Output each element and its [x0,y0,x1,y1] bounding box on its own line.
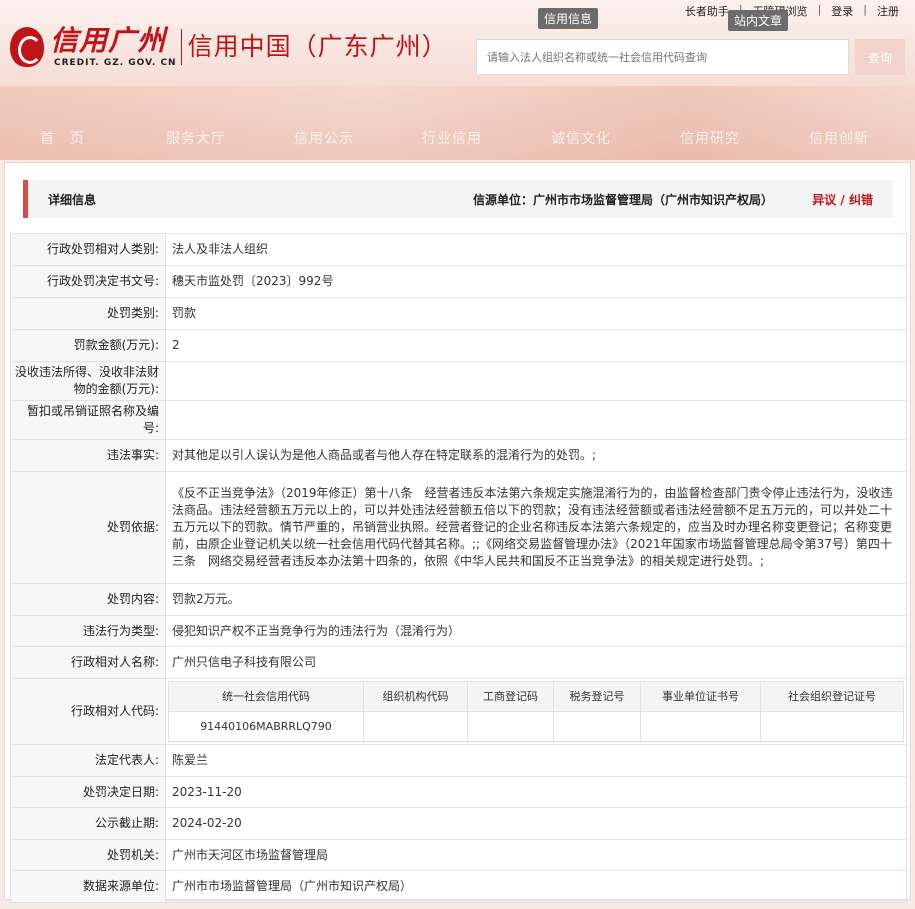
code-value [363,711,468,742]
table-row: 处罚机关: 广州市天河区市场监督管理局 [10,839,907,871]
code-header: 事业单位证书号 [640,681,761,712]
objection-link[interactable]: 异议 / 纠错 [812,191,873,208]
field-value: 统一社会信用代码 组织机构代码 工商登记码 税务登记号 事业单位证书号 社会组织… [165,678,907,745]
field-label: 行政处罚相对人类别: [10,233,166,266]
field-value: 广州只信电子科技有限公司 [165,646,907,679]
table-row: 处罚依据: 《反不正当竞争法》（2019年修正）第十八条 经营者违反本法第六条规… [10,471,907,584]
nav-credit-publicity[interactable]: 信用公示 [294,128,354,148]
code-value [467,711,554,742]
search-input[interactable] [476,39,849,75]
logo-divider [180,29,182,65]
field-value: 法人及非法人组织 [165,233,907,266]
table-row: 处罚决定日期: 2023-11-20 [10,776,907,808]
table-row: 违法行为类型: 侵犯知识产权不正当竞争行为的违法行为（混淆行为） [10,615,907,647]
field-label: 行政相对人代码: [10,678,166,745]
table-row: 处罚类别: 罚款 [10,297,907,330]
field-value: 穗天市监处罚〔2023〕992号 [165,265,907,298]
site-header: 信用广州 CREDIT. GZ. GOV. CN 信用中国（广东广州） 长者助手… [0,0,915,160]
code-value: 91440106MABRRLQ790 [168,711,364,742]
logo-text: 信用广州 [50,24,167,57]
field-value: 罚款2万元。 [165,583,907,616]
field-value: 2 [165,329,907,362]
main-nav: 首 页 服务大厅 信用公示 行业信用 诚信文化 信用研究 信用创新 [0,128,915,148]
field-value: 侵犯知识产权不正当竞争行为的违法行为（混淆行为） [165,615,907,647]
detail-table: 行政处罚相对人类别: 法人及非法人组织 行政处罚决定书文号: 穗天市监处罚〔20… [10,233,907,903]
nav-home[interactable]: 首 页 [40,128,85,148]
nav-credit-research[interactable]: 信用研究 [680,128,740,148]
table-row: 公示截止期: 2024-02-20 [10,807,907,840]
top-links: 长者助手 | 无障碍浏览 | 登录 | 注册 [677,3,907,19]
source-unit: 信源单位：广州市市场监督管理局（广州市知识产权局） [472,193,773,207]
table-row: 暂扣或吊销证照名称及编号: [10,400,907,440]
field-value: 广州市市场监督管理局（广州市知识产权局） [165,870,907,903]
nav-credit-innovation[interactable]: 信用创新 [809,128,869,148]
table-row: 行政相对人名称: 广州只信电子科技有限公司 [10,646,907,679]
nav-industry-credit[interactable]: 行业信用 [422,128,482,148]
nav-integrity-culture[interactable]: 诚信文化 [551,128,611,148]
table-row: 法定代表人: 陈爱兰 [10,744,907,777]
register-link[interactable]: 注册 [869,3,907,19]
field-value [165,361,907,401]
table-row: 违法事实: 对其他足以引人误认为是他人商品或者与他人存在特定联系的混淆行为的处罚… [10,439,907,472]
field-value: 陈爱兰 [165,744,907,777]
field-label: 公示截止期: [10,807,166,840]
site-slogan: 信用中国（广东广州） [187,32,448,61]
field-value: 2023-11-20 [165,776,907,808]
detail-header: 详细信息 信源单位：广州市市场监督管理局（广州市知识产权局） 异议 / 纠错 [23,180,893,218]
table-row: 罚款金额(万元): 2 [10,329,907,362]
field-value: 《反不正当竞争法》（2019年修正）第十八条 经营者违反本法第六条规定实施混淆行… [165,471,907,584]
field-label: 违法行为类型: [10,615,166,647]
code-header: 税务登记号 [553,681,641,712]
field-label: 处罚内容: [10,583,166,616]
field-label: 处罚决定日期: [10,776,166,808]
table-row: 处罚内容: 罚款2万元。 [10,583,907,616]
code-header: 组织机构代码 [363,681,468,712]
credit-logo-icon [10,27,44,67]
field-value: 2024-02-20 [165,807,907,840]
field-value [165,400,907,440]
divider: | [863,3,867,16]
field-label: 没收违法所得、没收非法财物的金额(万元): [10,361,166,401]
field-label: 处罚依据: [10,471,166,584]
search-tab-credit-info[interactable]: 信用信息 [538,8,599,29]
field-label: 处罚机关: [10,839,166,871]
field-label: 行政相对人名称: [10,646,166,679]
field-label: 行政处罚决定书文号: [10,265,166,298]
field-label: 处罚类别: [10,297,166,330]
logo-subtext: CREDIT. GZ. GOV. CN [54,58,177,68]
table-row: 行政处罚相对人类别: 法人及非法人组织 [10,233,907,266]
code-table: 统一社会信用代码 组织机构代码 工商登记码 税务登记号 事业单位证书号 社会组织… [168,681,904,742]
detail-title: 详细信息 [48,193,97,207]
field-label: 违法事实: [10,439,166,472]
code-header-row: 统一社会信用代码 组织机构代码 工商登记码 税务登记号 事业单位证书号 社会组织… [168,681,904,712]
field-value: 罚款 [165,297,907,330]
code-value [553,711,641,742]
divider: | [817,3,822,16]
code-value [640,711,761,742]
table-row: 数据来源单位: 广州市市场监督管理局（广州市知识产权局） [10,870,907,903]
header-banner-decoration [0,86,915,160]
code-header: 工商登记码 [467,681,554,712]
code-header: 统一社会信用代码 [168,681,364,712]
table-row: 行政相对人代码: 统一社会信用代码 组织机构代码 工商登记码 税务登记号 事业单… [10,678,907,745]
field-value: 广州市天河区市场监督管理局 [165,839,907,871]
search-tab-site-articles[interactable]: 站内文章 [728,10,789,31]
field-label: 暂扣或吊销证照名称及编号: [10,400,166,440]
table-row: 行政处罚决定书文号: 穗天市监处罚〔2023〕992号 [10,265,907,298]
table-row: 没收违法所得、没收非法财物的金额(万元): [10,361,907,401]
field-label: 罚款金额(万元): [10,329,166,362]
site-logo[interactable]: 信用广州 CREDIT. GZ. GOV. CN 信用中国（广东广州） [10,26,448,68]
code-header: 社会组织登记证号 [760,681,904,712]
field-label: 法定代表人: [10,744,166,777]
field-label: 数据来源单位: [10,870,166,903]
search-button[interactable]: 查询 [855,39,905,75]
detail-panel: 详细信息 信源单位：广州市市场监督管理局（广州市知识产权局） 异议 / 纠错 行… [4,162,911,903]
code-value [760,711,904,742]
field-value: 对其他足以引人误认为是他人商品或者与他人存在特定联系的混淆行为的处罚。; [165,439,907,472]
nav-service-hall[interactable]: 服务大厅 [166,128,226,148]
login-link[interactable]: 登录 [823,3,861,19]
code-value-row: 91440106MABRRLQ790 [168,711,904,742]
